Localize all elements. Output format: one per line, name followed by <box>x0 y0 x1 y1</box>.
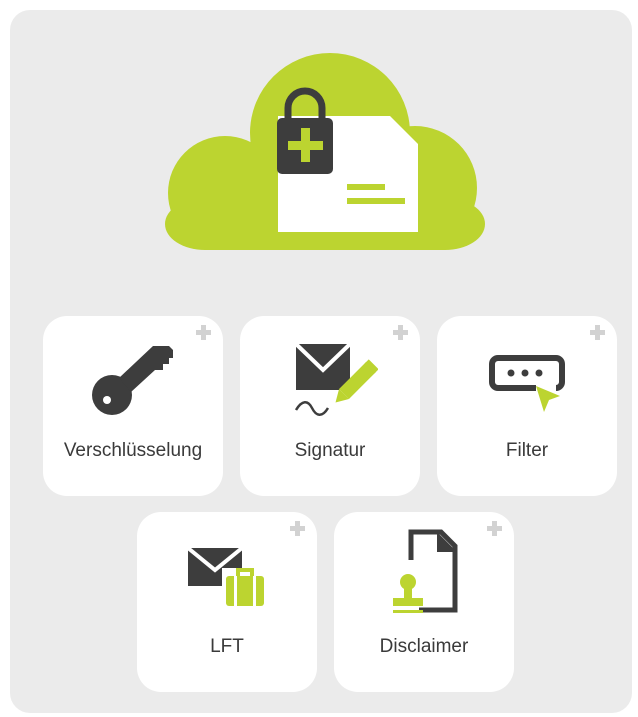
tile-label: Disclaimer <box>379 636 469 657</box>
password-filter-icon <box>489 355 565 412</box>
key-icon <box>92 346 173 415</box>
tile-lft[interactable]: LFT <box>137 512 317 692</box>
tile-signatur[interactable]: Signatur <box>240 316 420 496</box>
tile-label: Verschlüsselung <box>63 440 203 461</box>
plus-icon[interactable] <box>290 521 305 536</box>
tile-label: Filter <box>505 440 549 461</box>
plus-icon[interactable] <box>487 521 502 536</box>
tile-label: LFT <box>210 636 244 657</box>
envelope-briefcase-icon <box>186 546 268 608</box>
tile-disclaimer[interactable]: Disclaimer <box>334 512 514 692</box>
plus-icon[interactable] <box>196 325 211 340</box>
cloud-lock-document-icon <box>165 53 485 250</box>
tile-label: Signatur <box>294 440 366 461</box>
tile-filter[interactable]: Filter <box>437 316 617 496</box>
plus-icon[interactable] <box>393 325 408 340</box>
document-stamp-icon <box>393 529 458 613</box>
plus-icon[interactable] <box>590 325 605 340</box>
features-panel: Verschlüsselung Signatur Filter LFT Disc… <box>10 10 632 713</box>
tile-verschluesselung[interactable]: Verschlüsselung <box>43 316 223 496</box>
envelope-signature-icon <box>294 342 378 416</box>
